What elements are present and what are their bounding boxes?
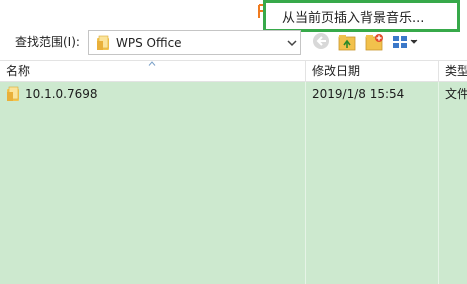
look-in-dropdown[interactable]: WPS Office [88,30,301,55]
file-type: 文件 [445,87,467,101]
column-header-name[interactable]: 名称 [0,61,305,81]
column-date-label: 修改日期 [312,64,361,78]
look-in-value: WPS Office [116,36,182,50]
column-type-label: 类型 [445,64,467,78]
callout-text: 从当前页插入背景音乐... [282,10,425,26]
look-in-label: 查找范围(I): [15,35,80,49]
folder-icon [97,35,109,50]
sort-ascending-icon [148,61,156,66]
chevron-down-icon[interactable] [286,37,298,49]
column-name-label: 名称 [6,64,31,78]
view-menu-icon[interactable] [391,31,419,53]
column-header-type[interactable]: 类型 [438,61,467,81]
file-list-header: 名称 修改日期 类型 [0,60,467,82]
file-list[interactable]: 10.1.0.7698 2019/1/8 15:54 文件 [0,82,467,284]
back-arrow-icon[interactable] [311,31,333,53]
insert-background-music-callout[interactable]: 从当前页插入背景音乐... [263,0,460,32]
column-header-date[interactable]: 修改日期 [305,61,438,81]
column-divider [438,82,439,284]
folder-icon [7,86,19,101]
file-name: 10.1.0.7698 [25,87,98,101]
file-row[interactable]: 10.1.0.7698 2019/1/8 15:54 文件 [0,84,467,104]
folder-up-icon[interactable] [337,31,359,53]
column-divider [305,82,306,284]
file-modified-date: 2019/1/8 15:54 [312,87,405,101]
new-folder-icon[interactable] [364,31,386,53]
